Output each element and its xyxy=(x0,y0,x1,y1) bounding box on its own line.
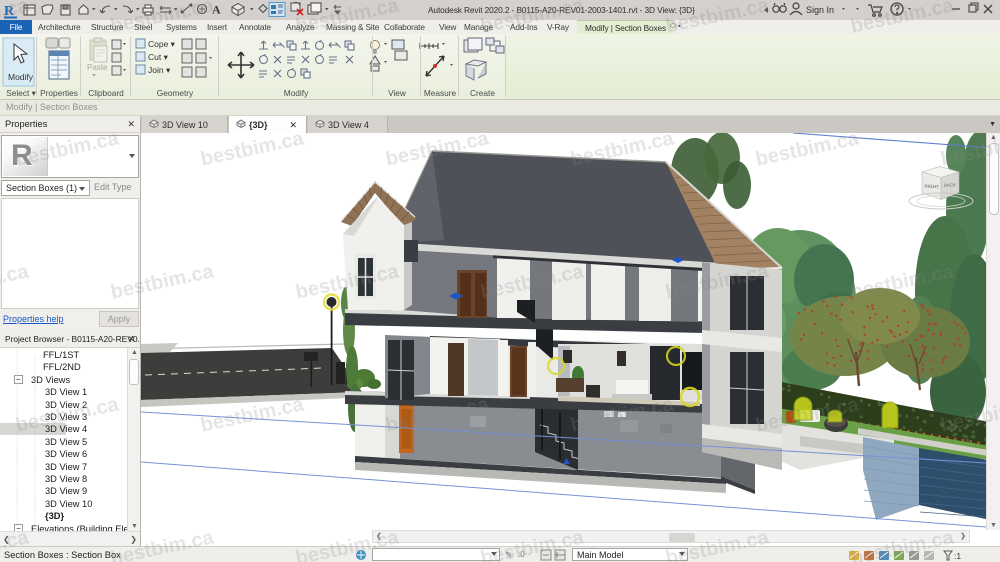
svg-text:RIGHT: RIGHT xyxy=(924,184,939,190)
svg-text::1: :1 xyxy=(954,551,961,561)
svg-text:BACK: BACK xyxy=(944,182,956,188)
svg-text:Paste: Paste xyxy=(87,63,108,72)
svg-text:Cope ▾: Cope ▾ xyxy=(148,39,176,49)
svg-text:Cut ▾: Cut ▾ xyxy=(148,52,169,62)
svg-text:Join ▾: Join ▾ xyxy=(148,65,171,75)
svg-text:A: A xyxy=(212,3,221,17)
svg-text:Modify: Modify xyxy=(8,72,34,82)
svg-text:Sign In: Sign In xyxy=(806,5,834,15)
